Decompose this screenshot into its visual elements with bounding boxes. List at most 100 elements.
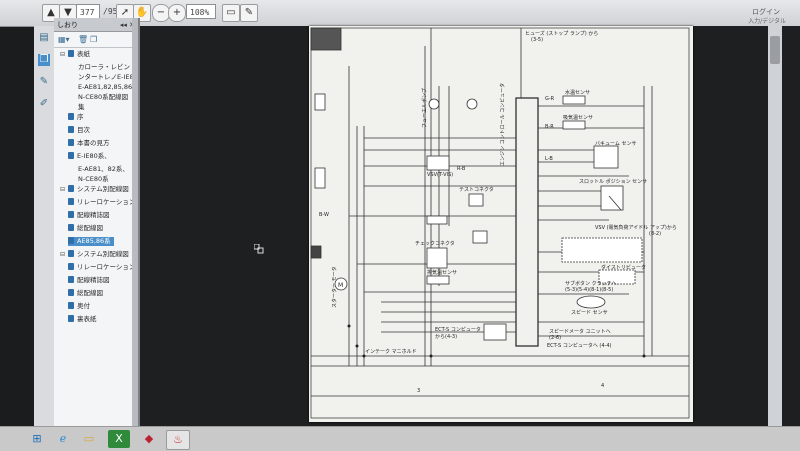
expand-icon[interactable]: ⊟ bbox=[60, 185, 65, 194]
label-fuel-pump: フューエルポンプ bbox=[422, 88, 428, 128]
expand-icon[interactable]: ⊟ bbox=[60, 50, 65, 59]
bookmark-label: E-AE81,82,85,86系 bbox=[78, 83, 139, 91]
pages-icon[interactable]: ▤ bbox=[38, 32, 50, 44]
app-icon[interactable]: ◆ bbox=[138, 430, 160, 448]
bookmark-item[interactable]: N-CE80系配線図 bbox=[78, 93, 128, 102]
bookmark-doc-icon bbox=[68, 289, 74, 296]
bookmark-label: 配線精誌図 bbox=[77, 276, 110, 284]
ie-icon[interactable]: ℯ bbox=[52, 430, 74, 448]
top-note-ref: (3-5) bbox=[531, 37, 544, 43]
label-distributor: ダイストリビュータ bbox=[601, 265, 646, 271]
bookmark-label: E-AE81、82系、 bbox=[78, 165, 129, 173]
bookmark-item[interactable]: E-IE80系、 bbox=[68, 152, 111, 161]
bookmark-label: 本書の見方 bbox=[77, 139, 110, 147]
svg-text:M: M bbox=[338, 282, 343, 289]
bookmark-item[interactable]: ⊟ 表紙 bbox=[60, 50, 90, 59]
page-number-input[interactable]: 377 bbox=[76, 4, 100, 19]
label-engine-ecu: エンジン コントロール コンピュータ bbox=[500, 82, 506, 166]
bookmark-item[interactable]: リレーロケーション bbox=[68, 198, 135, 207]
bookmark-item[interactable]: ンタートレノE-IE80系 bbox=[78, 73, 138, 82]
bookmark-item[interactable]: E-AE81,82,85,86系 bbox=[78, 83, 139, 92]
label-speedometer: スピードメータ ユニットへ bbox=[549, 329, 611, 335]
bookmark-item[interactable]: N-CE80系 bbox=[78, 175, 109, 184]
bookmark-doc-icon bbox=[68, 126, 74, 133]
bookmark-item[interactable]: 総配線図 bbox=[68, 289, 103, 298]
delete-icon[interactable]: 🗑 bbox=[78, 35, 88, 44]
bookmark-item[interactable]: リレーロケーション bbox=[68, 263, 135, 272]
bookmark-item[interactable]: 総配線図 bbox=[68, 224, 103, 233]
label-bw: B-W bbox=[319, 212, 329, 218]
bookmark-item[interactable]: 奥付 bbox=[68, 302, 90, 311]
acrobat-icon[interactable]: ♨ bbox=[166, 430, 190, 450]
zoom-in-icon[interactable]: + bbox=[168, 4, 186, 22]
bookmark-item[interactable]: AE85,86系 bbox=[68, 237, 114, 246]
label-gr: G-R bbox=[545, 96, 555, 102]
label-ref-82: (8-2) bbox=[649, 231, 662, 237]
bookmarks-icon[interactable]: ❐ bbox=[38, 54, 50, 66]
new-bookmark-icon[interactable]: ❐ bbox=[90, 35, 97, 44]
bookmark-doc-icon bbox=[68, 237, 74, 244]
label-water-temp: 水温センサ bbox=[565, 90, 591, 96]
fit-page-icon[interactable]: ▭ bbox=[222, 4, 240, 22]
options-icon[interactable]: ▦▾ bbox=[58, 35, 70, 44]
label-intake-temp: 吸気温センサ bbox=[563, 115, 594, 121]
bookmark-label: システム別配線図 bbox=[77, 185, 129, 193]
bookmark-label: N-CE80系 bbox=[78, 175, 109, 183]
vertical-scrollbar[interactable] bbox=[768, 26, 782, 426]
label-vsv: VSV(T-VIS) bbox=[427, 172, 454, 178]
windows-icon[interactable]: ⊞ bbox=[26, 430, 48, 448]
taskbar: ⊞ ℯ ▭ X ◆ ♨ bbox=[0, 426, 800, 451]
label-lb: L-B bbox=[545, 156, 553, 162]
bookmark-doc-icon bbox=[68, 211, 74, 218]
bookmark-item[interactable]: 本書の見方 bbox=[68, 139, 110, 148]
bookmark-doc-icon bbox=[68, 152, 74, 159]
bookmark-label: N-CE80系配線図 bbox=[78, 93, 129, 101]
bookmark-label: カローラ・レビン スプリ bbox=[78, 63, 138, 71]
label-ect-from: ECT-S コンピュータ bbox=[435, 327, 481, 333]
label-vacuum-sensor: バキューム センサ bbox=[595, 141, 637, 147]
bookmark-item[interactable]: 配線精誌図 bbox=[68, 276, 110, 285]
label-exhaust-sensor: 排気温センサ bbox=[427, 270, 458, 276]
bookmark-doc-icon bbox=[68, 224, 74, 231]
bookmark-item[interactable]: ⊟ システム別配線図 bbox=[60, 185, 129, 194]
excel-icon[interactable]: X bbox=[108, 430, 130, 448]
bookmark-label: 序 bbox=[77, 113, 84, 121]
label-starter: スターター モータ bbox=[332, 266, 338, 308]
bookmark-label: AE85,86系 bbox=[77, 237, 111, 245]
zoom-select[interactable]: 108% bbox=[186, 4, 216, 19]
bookmark-doc-icon bbox=[68, 276, 74, 283]
label-speedometer-ref: (2-6) bbox=[549, 335, 562, 341]
bookmark-label: システム別配線図 bbox=[77, 250, 129, 258]
bookmark-label: 集 bbox=[78, 103, 85, 111]
bookmark-label: 目次 bbox=[77, 126, 90, 134]
bookmark-item[interactable]: 裏表紙 bbox=[68, 315, 97, 324]
bookmark-item[interactable]: E-AE81、82系、 bbox=[78, 165, 129, 174]
bookmark-item[interactable]: ⊟ システム別配線図 bbox=[60, 250, 129, 259]
signature-icon[interactable]: ✐ bbox=[38, 98, 50, 110]
page-total: /956 bbox=[103, 7, 123, 16]
attachment-icon[interactable]: ✎ bbox=[38, 76, 50, 88]
bookmark-item[interactable]: 目次 bbox=[68, 126, 90, 135]
bookmark-doc-icon bbox=[68, 50, 74, 57]
bookmark-label: 配線精誌図 bbox=[77, 211, 110, 219]
bookmark-doc-icon bbox=[68, 250, 74, 257]
mouse-cursor-icon bbox=[253, 239, 264, 254]
expand-icon[interactable]: ⊟ bbox=[60, 250, 65, 259]
bookmark-doc-icon bbox=[68, 185, 74, 192]
pdf-page: M ヒューズ (ストップ ランプ) から (3-5) VSV(T-VIS) R-… bbox=[309, 26, 693, 422]
bookmark-item[interactable]: カローラ・レビン スプリ bbox=[78, 63, 138, 72]
footer-num-3: 3 bbox=[417, 388, 421, 394]
bookmark-item[interactable]: 集 bbox=[78, 103, 85, 112]
bookmark-doc-icon bbox=[68, 198, 74, 205]
bookmarks-panel: しおり ◂◂ ✕ ▦▾ 🗑 ❐ ⊟ 表紙カローラ・レビン スプリンタートレノE-I… bbox=[54, 18, 140, 426]
explorer-icon[interactable]: ▭ bbox=[78, 430, 100, 448]
panel-scrollbar[interactable] bbox=[132, 18, 138, 426]
bookmark-label: 奥付 bbox=[77, 302, 90, 310]
label-clutch-ref: (5-3)(5-4)(8-1)(8-5) bbox=[565, 287, 614, 293]
bookmark-label: リレーロケーション bbox=[77, 263, 136, 271]
bookmark-item[interactable]: 配線精誌図 bbox=[68, 211, 110, 220]
comment-icon[interactable]: ✎ bbox=[240, 4, 258, 22]
scroll-thumb[interactable] bbox=[770, 36, 780, 64]
toolbar-right-sub[interactable]: 入力/デジタル bbox=[748, 16, 786, 25]
bookmark-item[interactable]: 序 bbox=[68, 113, 84, 122]
